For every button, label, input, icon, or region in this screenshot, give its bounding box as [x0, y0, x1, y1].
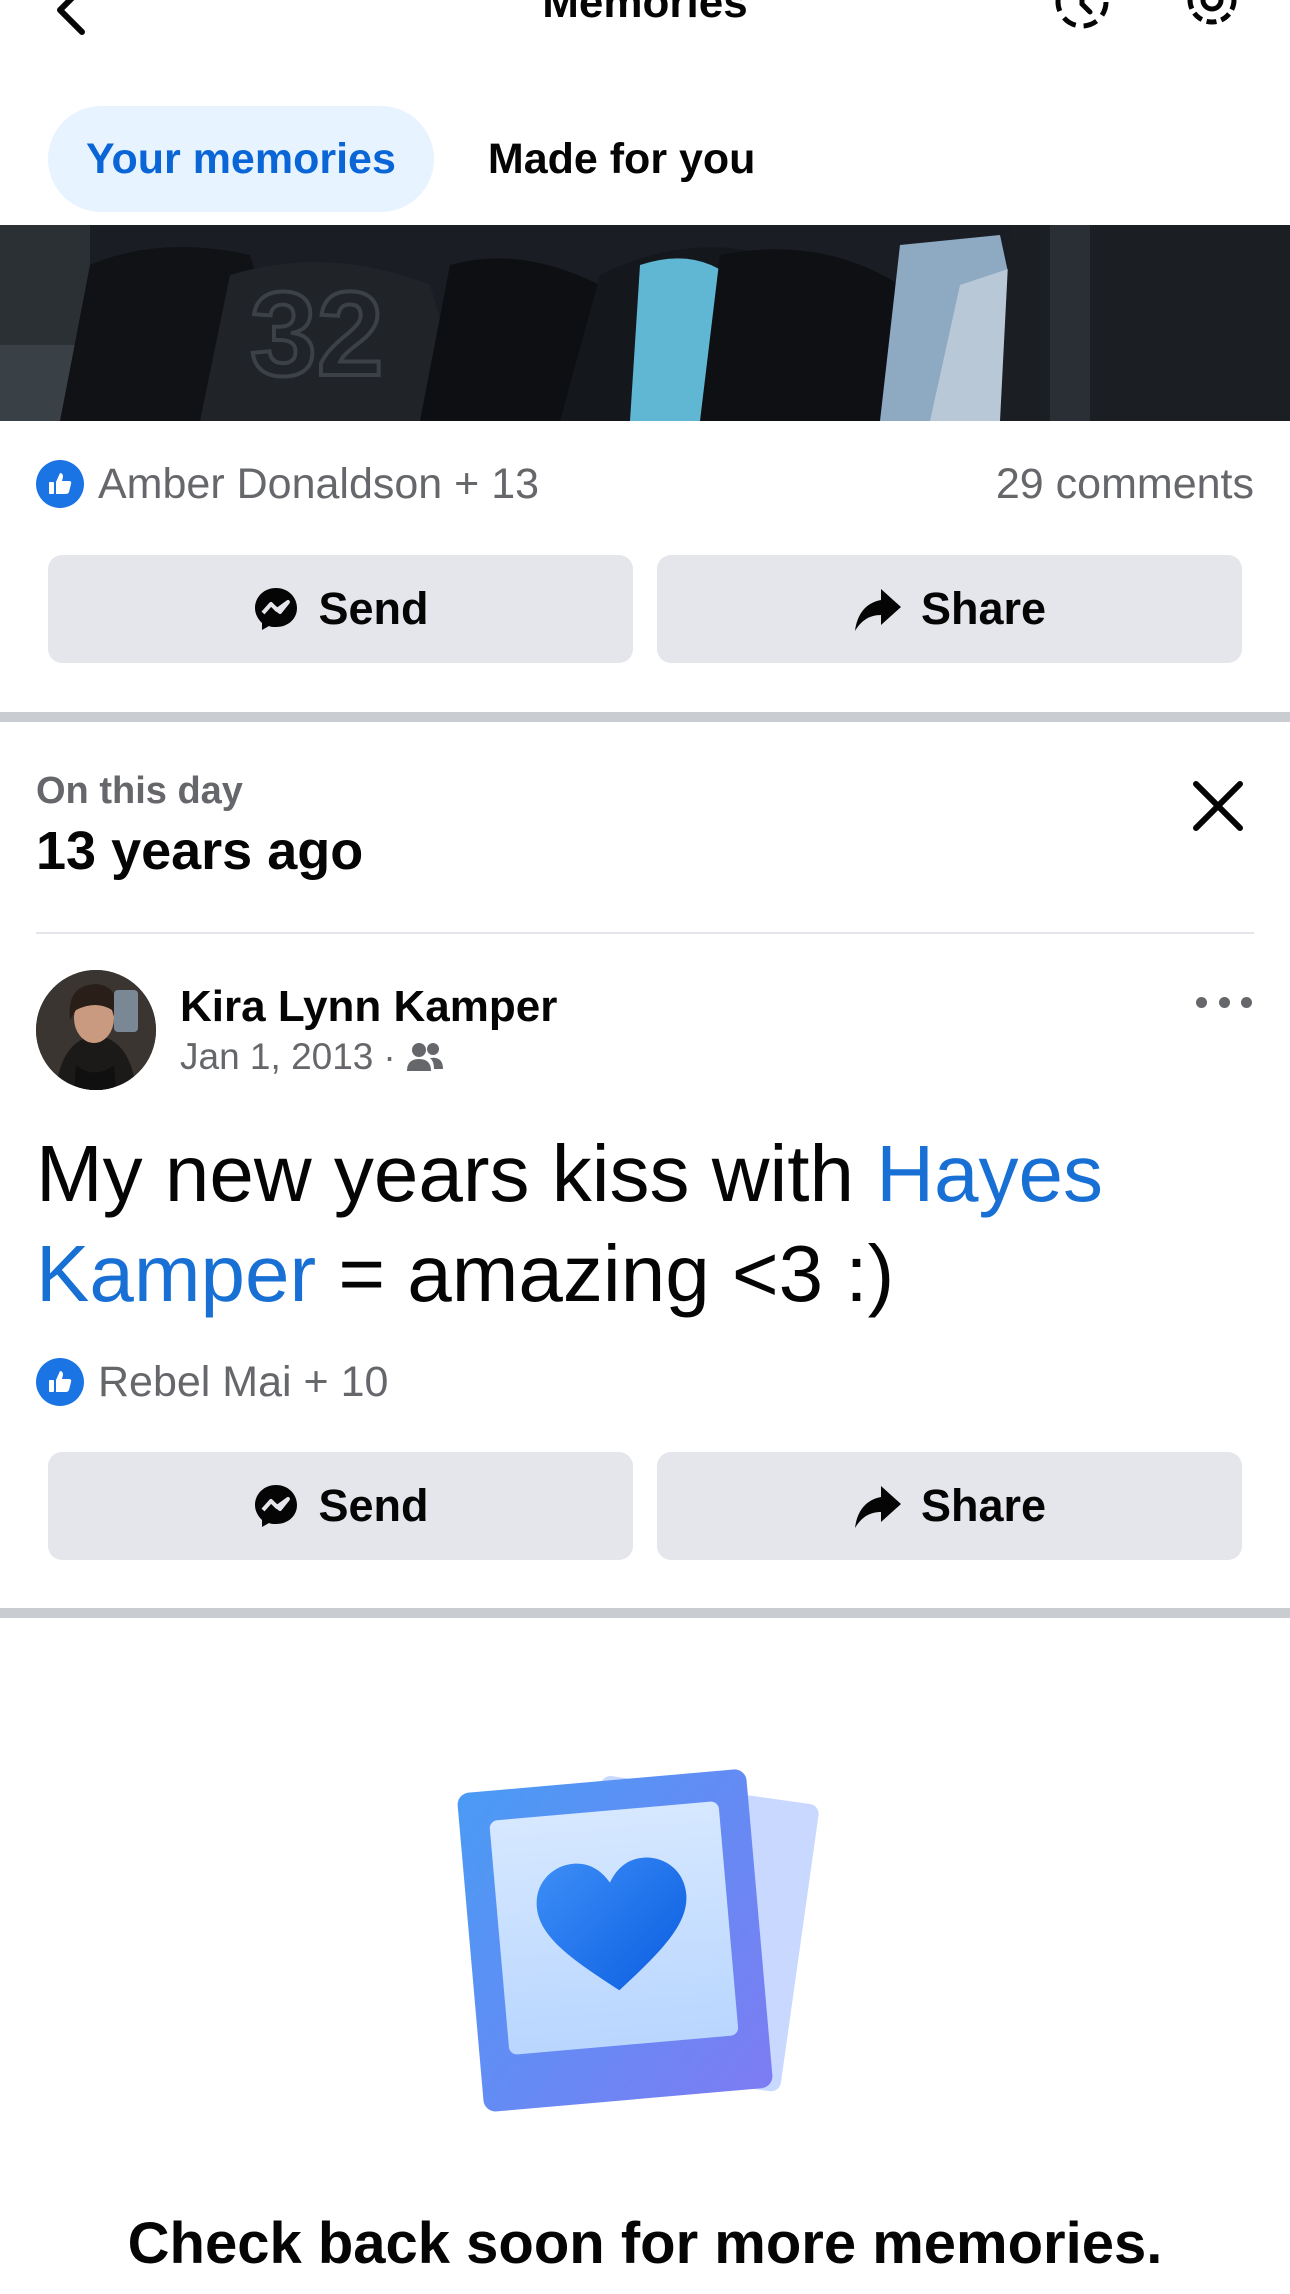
post-text: My new years kiss with Hayes Kamper = am…	[36, 1124, 1256, 1324]
post1-comments-link[interactable]: 29 comments	[996, 460, 1254, 509]
post-text-start: My new years kiss with	[36, 1129, 877, 1218]
like-icon	[36, 1358, 84, 1406]
friends-icon	[406, 1043, 443, 1071]
share-label: Share	[920, 1480, 1047, 1531]
memory-photo[interactable]: 32	[0, 225, 1290, 421]
messenger-icon	[255, 588, 298, 630]
post2-reactions[interactable]: Rebel Mai + 10	[36, 1358, 388, 1407]
send-label: Send	[318, 1480, 429, 1531]
memories-history-button[interactable]	[1050, 0, 1114, 38]
on-this-day-title: 13 years ago	[36, 821, 364, 881]
settings-button[interactable]	[1180, 0, 1244, 38]
share-arrow-icon	[854, 589, 901, 631]
post-date[interactable]: Jan 1, 2013	[180, 1036, 373, 1078]
post1-actions: Send Share	[48, 555, 1242, 663]
send-label: Send	[318, 583, 429, 634]
on-this-day-label: On this day	[36, 770, 243, 812]
share-arrow-icon	[854, 1486, 901, 1528]
post-author-name[interactable]: Kira Lynn Kamper	[180, 982, 557, 1032]
like-icon	[36, 460, 84, 508]
post2-actions: Send Share	[48, 1452, 1242, 1560]
tab-your-memories[interactable]: Your memories	[48, 106, 434, 212]
heart-photo-icon	[457, 1769, 819, 2112]
more-dot	[1218, 996, 1230, 1008]
close-icon	[1193, 781, 1243, 831]
section-divider	[0, 1608, 1290, 1618]
share-button[interactable]: Share	[657, 555, 1242, 663]
share-label: Share	[920, 583, 1047, 634]
section-divider	[0, 712, 1290, 722]
post-text-end: = amazing <3 :)	[316, 1229, 895, 1318]
post1-reactions-row: Amber Donaldson + 13 29 comments	[36, 454, 1254, 514]
send-button[interactable]: Send	[48, 1452, 633, 1560]
meta-separator: ·	[383, 1036, 396, 1077]
post1-reactions-text: Amber Donaldson + 13	[98, 459, 540, 508]
post2-reactions-text: Rebel Mai + 10	[98, 1357, 389, 1406]
messenger-icon	[255, 1485, 298, 1527]
avatar[interactable]	[36, 970, 156, 1090]
more-dots-icon	[1196, 996, 1207, 1008]
gear-icon	[1187, 0, 1237, 25]
top-bar: Memories	[0, 0, 1290, 60]
share-button[interactable]: Share	[657, 1452, 1242, 1560]
post-meta: Jan 1, 2013 ·	[180, 1036, 444, 1078]
post2-reactions-row: Rebel Mai + 10	[36, 1352, 1254, 1412]
memories-tabs: Your memories Made for you	[48, 106, 793, 212]
post1-reactions[interactable]: Amber Donaldson + 13	[36, 460, 539, 509]
more-dot	[1241, 996, 1252, 1008]
post-options-button[interactable]	[1196, 982, 1252, 1022]
svg-text:32: 32	[250, 267, 383, 401]
history-icon	[1055, 0, 1109, 29]
send-button[interactable]: Send	[48, 555, 633, 663]
dismiss-memory-button[interactable]	[1188, 776, 1248, 836]
empty-state-message: Check back soon for more memories.	[127, 2211, 1163, 2276]
tab-made-for-you[interactable]: Made for you	[450, 106, 794, 212]
divider	[36, 932, 1254, 934]
memories-illustration	[440, 1750, 840, 2130]
